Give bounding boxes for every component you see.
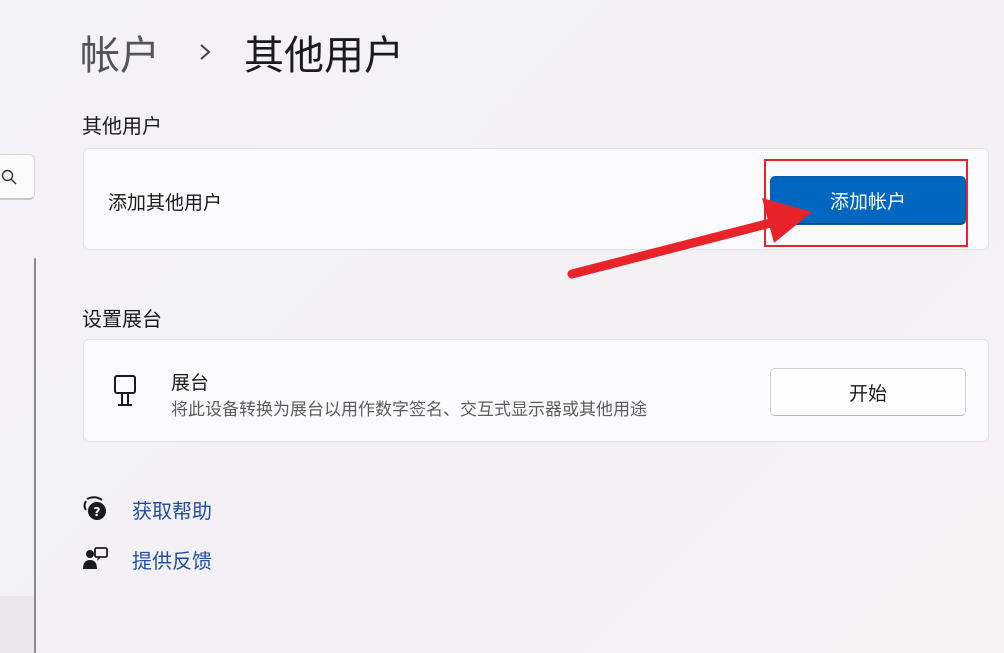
kiosk-icon bbox=[112, 374, 138, 412]
give-feedback-link[interactable]: 提供反馈 bbox=[132, 545, 212, 574]
breadcrumb-parent[interactable]: 帐户 bbox=[80, 23, 160, 81]
section-title-kiosk: 设置展台 bbox=[82, 307, 162, 331]
start-kiosk-button[interactable]: 开始 bbox=[770, 368, 966, 416]
annotation-highlight-box bbox=[764, 159, 968, 247]
add-other-user-label: 添加其他用户 bbox=[108, 192, 223, 214]
feedback-icon bbox=[80, 544, 110, 574]
breadcrumb: 帐户 其他用户 bbox=[80, 20, 404, 84]
get-help-link[interactable]: 获取帮助 bbox=[132, 495, 212, 524]
get-help-link-row[interactable]: ? 获取帮助 bbox=[80, 494, 212, 524]
kiosk-card: 展台 将此设备转换为展台以用作数字签名、交互式显示器或其他用途 开始 bbox=[83, 339, 989, 442]
page-title: 其他用户 bbox=[244, 33, 404, 79]
kiosk-title: 展台 bbox=[171, 372, 210, 394]
search-box-partial[interactable] bbox=[0, 154, 35, 200]
help-icon: ? bbox=[80, 494, 110, 524]
nav-item-selected-partial[interactable] bbox=[0, 596, 34, 653]
kiosk-description: 将此设备转换为展台以用作数字签名、交互式显示器或其他用途 bbox=[171, 400, 647, 420]
chevron-right-icon bbox=[186, 42, 224, 62]
nav-scrollbar[interactable] bbox=[34, 258, 36, 653]
section-title-other-users: 其他用户 bbox=[82, 114, 162, 138]
svg-text:?: ? bbox=[94, 505, 101, 519]
give-feedback-link-row[interactable]: 提供反馈 bbox=[80, 544, 212, 574]
search-icon bbox=[1, 169, 17, 185]
